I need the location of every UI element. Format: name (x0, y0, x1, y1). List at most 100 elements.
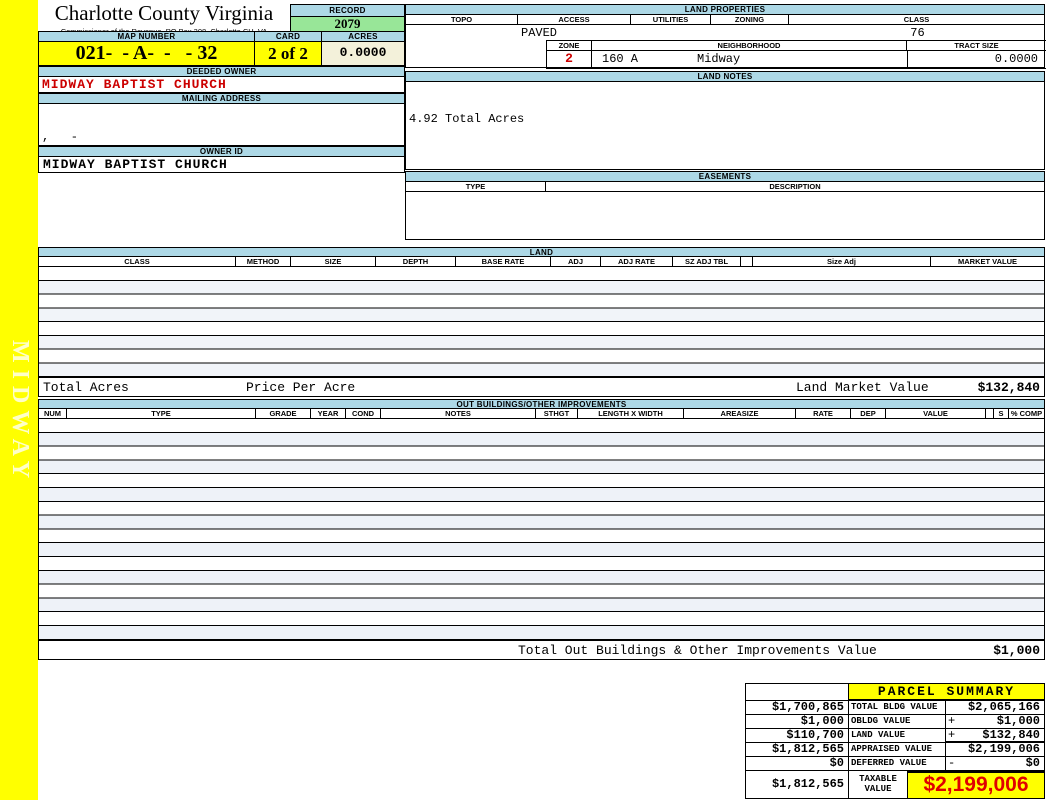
neighborhood-value: 160 A Midway (592, 51, 907, 68)
vertical-neighborhood-label: MIDWAY (7, 340, 33, 486)
col-ob-cond: COND (346, 409, 381, 419)
col-ob-s: S (994, 409, 1009, 419)
col-land-adj: ADJ (551, 257, 601, 267)
total-bldg-value-label: TOTAL BLDG VALUE (849, 701, 946, 715)
zone-value: 2 (547, 51, 592, 68)
col-ob-num: NUM (39, 409, 67, 419)
land-properties-panel: LAND PROPERTIES TOPO ACCESS UTILITIES ZO… (405, 4, 1046, 69)
map-number-label: MAP NUMBER (38, 31, 255, 42)
summary-row-appraised: $1,812,565 APPRAISED VALUE $2,199,006 (746, 741, 1044, 757)
amount: $0 (1025, 756, 1040, 770)
col-land-spacer (741, 257, 753, 267)
land-notes-panel: LAND NOTES 4.92 Total Acres (405, 71, 1045, 170)
col-access: ACCESS (518, 15, 631, 25)
col-land-sz-adj-tbl: SZ ADJ TBL (673, 257, 741, 267)
col-topo: TOPO (406, 15, 518, 25)
col-utilities: UTILITIES (631, 15, 711, 25)
price-per-acre-label: Price Per Acre (246, 380, 356, 395)
summary-row-total-bldg: $1,700,865 TOTAL BLDG VALUE $2,065,166 (746, 701, 1044, 715)
land-value-label: LAND VALUE (849, 729, 946, 743)
parcel-summary-title: PARCEL SUMMARY (849, 684, 1044, 701)
col-land-adj-rate: ADJ RATE (601, 257, 673, 267)
land-table-title: LAND (38, 247, 1045, 257)
parcel-summary-header: PARCEL SUMMARY (746, 684, 1044, 701)
summary-row-taxable: $1,812,565 TAXABLE VALUE $2,199,006 (746, 771, 1044, 798)
amount: $1,000 (996, 714, 1040, 728)
col-ob-areasize: AREASIZE (684, 409, 796, 419)
mailing-address-value: , - (42, 130, 79, 144)
col-land-market-value: MARKET VALUE (931, 257, 1044, 267)
deeded-owner-label: DEEDED OWNER (38, 66, 405, 77)
land-notes-box: 4.92 Total Acres (405, 82, 1045, 170)
mailing-address-label: MAILING ADDRESS (38, 93, 405, 104)
zone-row: ZONE NEIGHBORHOOD TRACT SIZE 2 160 A Mid… (405, 40, 1046, 69)
sign: + (948, 714, 956, 728)
outbuildings-title: OUT BUILDINGS/OTHER IMPROVEMENTS (38, 399, 1045, 409)
prior-obldg-value: $1,000 (746, 715, 849, 729)
col-ob-pct-comp: % COMP (1009, 409, 1044, 419)
current-appraised-value: $2,199,006 (946, 741, 1044, 757)
prior-appraised-value: $1,812,565 (746, 743, 849, 757)
outbuildings-empty-rows (38, 419, 1045, 640)
easements-title: EASEMENTS (405, 171, 1045, 182)
col-land-size-adj: Size Adj (753, 257, 931, 267)
prior-taxable-value: $1,812,565 (746, 771, 849, 798)
owner-panel-values: 021- - A- - - 32 2 of 2 0.0000 (38, 42, 405, 66)
acres-value: 0.0000 (322, 42, 405, 66)
land-market-value-label: Land Market Value (796, 380, 929, 395)
col-ob-length-width: LENGTH X WIDTH (578, 409, 684, 419)
col-land-size: SIZE (291, 257, 376, 267)
tract-size-value: 0.0000 (907, 51, 1046, 68)
owner-id-label: OWNER ID (38, 146, 405, 157)
outbuildings-total-label: Total Out Buildings & Other Improvements… (518, 643, 877, 658)
land-total-row: Total Acres Price Per Acre Land Market V… (38, 377, 1045, 397)
summary-row-deferred: $0 DEFERRED VALUE - $0 (746, 757, 1044, 771)
zone-label: ZONE (547, 41, 592, 51)
col-ob-value: VALUE (886, 409, 986, 419)
neighborhood-label: NEIGHBORHOOD (592, 41, 907, 51)
owner-id-value: MIDWAY BAPTIST CHURCH (38, 157, 405, 173)
col-land-base-rate: BASE RATE (456, 257, 551, 267)
amount: $2,199,006 (967, 742, 1040, 756)
prior-total-bldg-value: $1,700,865 (746, 701, 849, 715)
land-note: 4.92 Total Acres (409, 112, 525, 126)
land-properties-values: PAVED 76 (405, 25, 1045, 40)
land-properties-title: LAND PROPERTIES (405, 4, 1045, 15)
col-ob-rate: RATE (796, 409, 851, 419)
deeded-owner-value: MIDWAY BAPTIST CHURCH (38, 77, 405, 93)
owner-panel-headers: MAP NUMBER CARD ACRES (38, 31, 405, 42)
land-table: LAND CLASS METHOD SIZE DEPTH BASE RATE A… (38, 247, 1045, 397)
land-notes-title: LAND NOTES (405, 71, 1045, 82)
col-ob-dep: DEP (851, 409, 886, 419)
amount: $2,065,166 (967, 700, 1040, 714)
col-ob-sthgt: STHGT (536, 409, 578, 419)
parcel-summary: PARCEL SUMMARY $1,700,865 TOTAL BLDG VAL… (745, 683, 1045, 799)
prior-deferred-value: $0 (746, 757, 849, 771)
prior-land-value: $110,700 (746, 729, 849, 743)
neighborhood-side-strip: MIDWAY (0, 0, 38, 800)
col-easement-description: DESCRIPTION (546, 182, 1044, 192)
current-obldg-value: + $1,000 (946, 715, 1044, 729)
col-land-depth: DEPTH (376, 257, 456, 267)
taxable-value: $2,199,006 (908, 771, 1044, 798)
mailing-address-box: , - (38, 104, 405, 146)
total-acres-label: Total Acres (43, 380, 129, 395)
col-easement-type: TYPE (406, 182, 546, 192)
easements-columns: TYPE DESCRIPTION (405, 182, 1045, 192)
card-label: CARD (255, 31, 322, 42)
obldg-value-label: OBLDG VALUE (849, 715, 946, 729)
access-value: PAVED (521, 26, 558, 40)
zone-values: 2 160 A Midway 0.0000 (547, 51, 1046, 68)
col-ob-type: TYPE (67, 409, 256, 419)
sign: - (948, 756, 956, 770)
map-number-value: 021- - A- - - 32 (38, 42, 255, 66)
land-properties-columns: TOPO ACCESS UTILITIES ZONING CLASS (405, 15, 1045, 25)
neighborhood-name: Midway (697, 52, 741, 66)
land-market-value: $132,840 (977, 380, 1040, 395)
zone-headers: ZONE NEIGHBORHOOD TRACT SIZE (547, 41, 1046, 51)
record-value: 2079 (290, 17, 405, 32)
deferred-value-label: DEFERRED VALUE (849, 757, 946, 771)
neighborhood-code: 160 A (602, 52, 639, 66)
appraised-value-label: APPRAISED VALUE (849, 743, 946, 757)
col-class: CLASS (789, 15, 1044, 25)
